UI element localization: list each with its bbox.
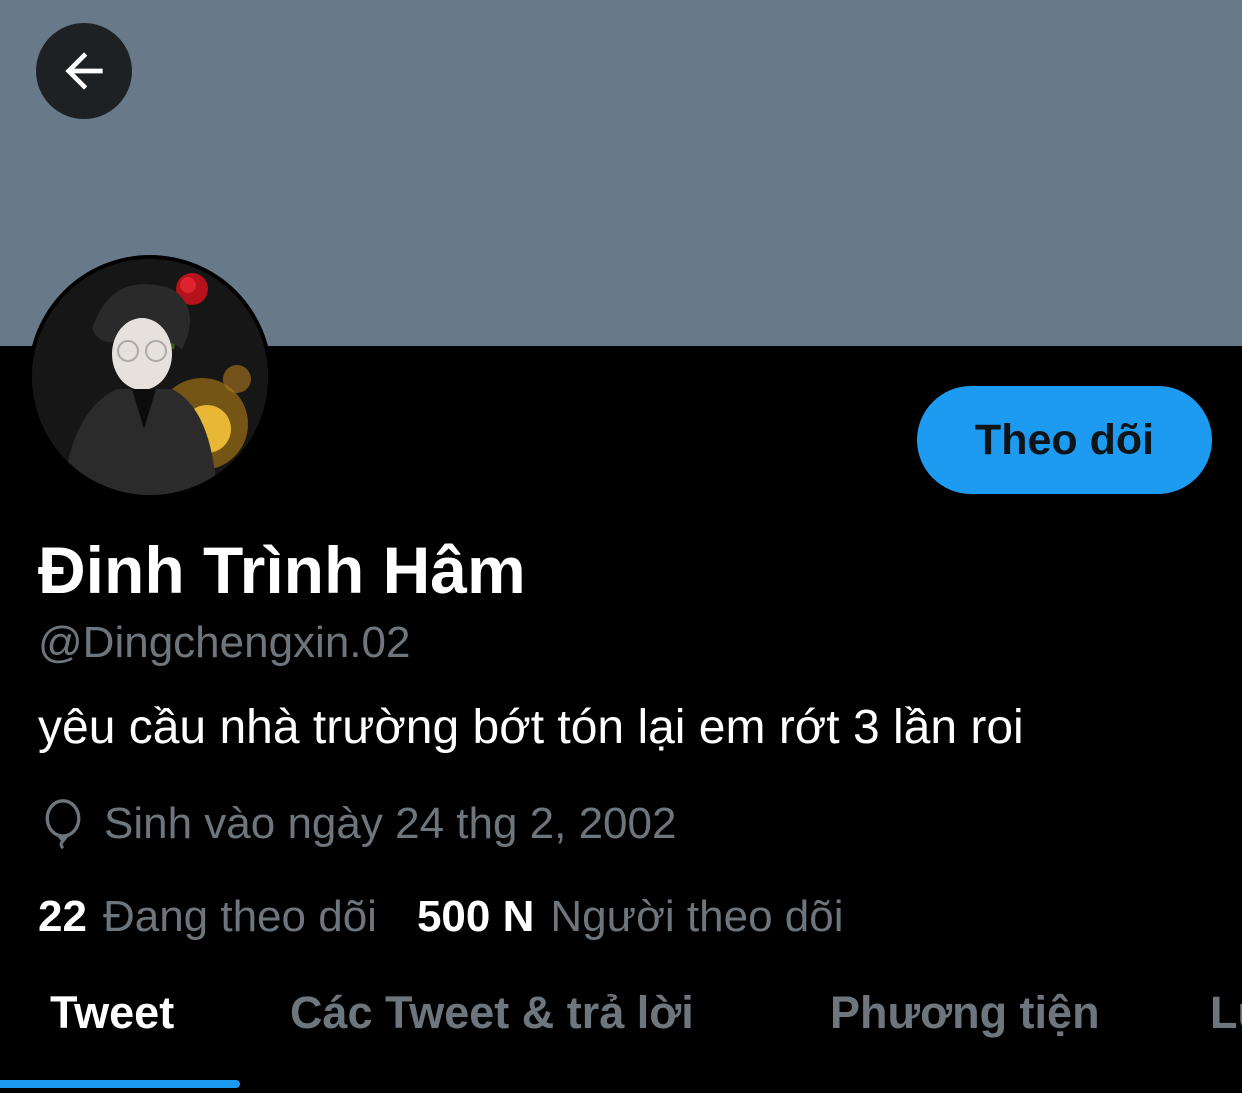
back-button[interactable]	[36, 23, 132, 119]
profile-bio: yêu cầu nhà trường bớt tón lại em rớt 3 …	[38, 701, 1024, 754]
profile-stats: 22 Đang theo dõi 500 N Người theo dõi	[38, 888, 844, 946]
birthday-info: Sinh vào ngày 24 thg 2, 2002	[38, 796, 676, 852]
balloon-icon	[38, 796, 88, 852]
active-tab-indicator	[0, 1080, 240, 1088]
birthday-text: Sinh vào ngày 24 thg 2, 2002	[104, 799, 677, 848]
display-name: Đinh Trình Hâm	[38, 533, 526, 607]
arrow-left-icon	[65, 52, 103, 90]
profile-tabs: Tweet Các Tweet & trả lời Phương tiện Lư	[0, 965, 1242, 1093]
tab-likes[interactable]: Lư	[1210, 985, 1242, 1041]
tab-media[interactable]: Phương tiện	[830, 985, 1100, 1041]
avatar-image	[32, 259, 268, 495]
avatar[interactable]	[28, 255, 272, 499]
following-stat[interactable]: 22 Đang theo dõi	[38, 892, 377, 942]
avatar-illustration	[32, 259, 268, 495]
following-label: Đang theo dõi	[102, 892, 377, 941]
tab-tweets[interactable]: Tweet	[50, 985, 174, 1041]
follow-button[interactable]: Theo dõi	[917, 386, 1212, 494]
followers-label: Người theo dõi	[550, 892, 844, 941]
following-count: 22	[38, 892, 87, 941]
followers-count: 500 N	[416, 892, 535, 941]
tab-tweets-and-replies[interactable]: Các Tweet & trả lời	[290, 985, 694, 1041]
followers-stat[interactable]: 500 N Người theo dõi	[417, 892, 844, 942]
user-handle: @Dingchengxin.02	[38, 618, 411, 667]
